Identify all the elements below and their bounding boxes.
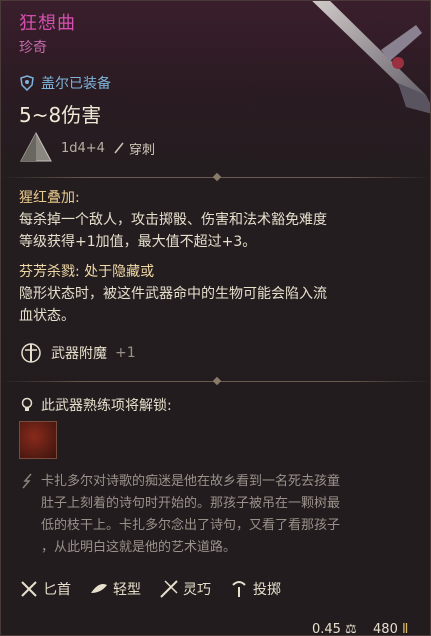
property-label: 灵巧 [183,582,211,598]
slaying-title: 芬芳杀戮: 处于隐藏或 [19,264,155,280]
price-value: 480 [373,622,398,636]
lore-line2: 肚子上刻着的诗句时开始的。那孩子被吊在一颗树最 [41,496,341,511]
item-footer: 0.45 ⚖ 480 Ⅱ [311,622,416,636]
weapon-properties: 匕首 轻型 灵巧 投掷 [19,579,281,599]
damage-dice-row: 1d4+4 穿刺 [19,131,155,165]
price-info: 480 Ⅱ [373,622,416,636]
property-finesse[interactable]: 灵巧 [159,579,211,599]
passive-line2: 等级获得+1加值，最大值不超过+3。 [19,234,257,250]
item-tooltip: 狂想曲 珍奇 盖尔已装备 5~8伤害 1d4+4 穿刺 猩红叠加: 每杀掉一个敌… [0,0,431,636]
property-label: 投掷 [253,582,281,598]
lightbulb-icon [21,397,33,411]
property-thrown[interactable]: 投掷 [229,579,281,599]
property-label: 轻型 [113,582,141,598]
weight-info: 0.45 ⚖ [311,622,359,636]
slaying-line1: 隐形状态时，被这件武器命中的生物可能会陷入流 [19,286,327,302]
lore-line1: 卡扎多尔对诗歌的痴迷是他在故乡看到一名死去孩童 [41,474,341,489]
enchant-value: +1 [115,345,136,361]
character-shield-icon [20,75,34,91]
passive-title: 猩红叠加: [19,190,80,206]
damage-dice: 1d4+4 [61,140,105,156]
damage-type-label: 穿刺 [128,142,155,158]
thrown-icon [232,581,246,597]
divider [1,376,430,386]
d4-dice-icon [20,131,52,162]
mastery-header: 此武器熟练项将解锁: [19,395,172,415]
damage-type: 穿刺 [113,139,155,158]
weight-icon: ⚖ [345,622,357,636]
slaying-line2: 血状态。 [19,308,75,324]
enchant-icon [21,343,41,363]
passive-line1: 每杀掉一个敌人，攻击掷骰、伤害和法术豁免难度 [19,212,327,228]
piercing-icon [114,142,124,154]
weight-value: 0.45 [311,622,341,636]
item-name: 狂想曲 [19,13,76,34]
feather-icon [91,584,107,593]
property-light[interactable]: 轻型 [89,579,141,599]
equipped-label: 盖尔已装备 [41,76,111,92]
mastery-action-icon[interactable] [19,421,57,459]
lore-line3: 低的枝干上。卡扎多尔念出了诗句，又看了看那孩子 [41,518,341,533]
divider [1,172,430,182]
coin-icon: Ⅱ [402,622,409,636]
dagger-icon [21,581,37,597]
damage-range: 5~8伤害 [19,103,102,127]
property-dagger[interactable]: 匕首 [19,579,71,599]
finesse-icon [160,580,178,598]
equipped-status: 盖尔已装备 [19,73,111,93]
weapon-enchantment[interactable]: 武器附魔 +1 [19,341,136,365]
property-label: 匕首 [43,582,71,598]
enchant-label: 武器附魔 [51,346,107,362]
item-rarity: 珍奇 [19,40,47,56]
quote-icon [22,473,32,489]
lore-line4: ，从此明白这就是他的艺术道路。 [41,540,237,555]
lore-text: 卡扎多尔对诗歌的痴迷是他在故乡看到一名死去孩童 肚子上刻着的诗句时开始的。那孩子… [19,471,416,559]
mastery-label: 此武器熟练项将解锁: [41,398,172,414]
dagger-image [312,1,430,114]
passive-section: 猩红叠加: 每杀掉一个敌人，攻击掷骰、伤害和法术豁免难度 等级获得+1加值，最大… [19,187,416,335]
